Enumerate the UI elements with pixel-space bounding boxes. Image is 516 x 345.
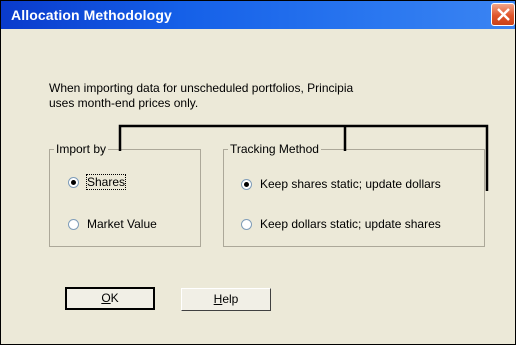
callout-line xyxy=(118,124,489,191)
callout-lines xyxy=(118,124,489,191)
dialog-window: Allocation Methodology When importing da… xyxy=(0,0,516,345)
